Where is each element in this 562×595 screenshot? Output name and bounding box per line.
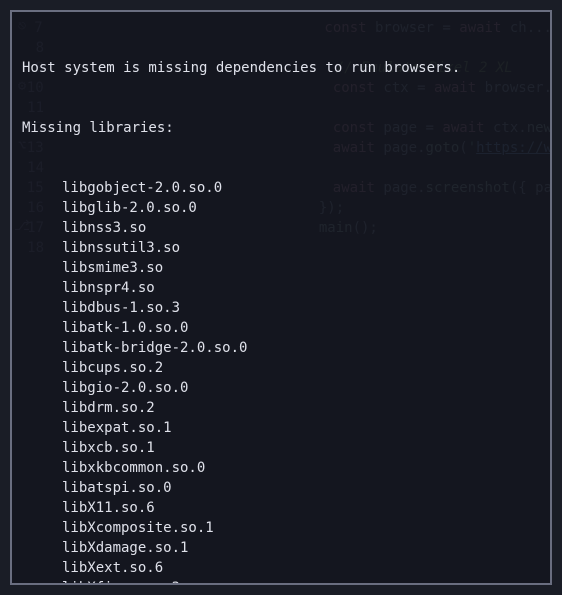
missing-library-item: libXfixes.so.3 bbox=[22, 578, 540, 585]
missing-library-item: libatk-bridge-2.0.so.0 bbox=[22, 338, 540, 358]
missing-library-item: libXcomposite.so.1 bbox=[22, 518, 540, 538]
missing-library-item: libsmime3.so bbox=[22, 258, 540, 278]
missing-library-item: libatspi.so.0 bbox=[22, 478, 540, 498]
missing-library-item: libX11.so.6 bbox=[22, 498, 540, 518]
terminal-header-line-1: Host system is missing dependencies to r… bbox=[22, 58, 540, 78]
missing-library-item: libexpat.so.1 bbox=[22, 418, 540, 438]
missing-library-item: libnspr4.so bbox=[22, 278, 540, 298]
terminal-error-overlay: Host system is missing dependencies to r… bbox=[10, 10, 552, 585]
missing-library-item: libXdamage.so.1 bbox=[22, 538, 540, 558]
missing-library-item: libnss3.so bbox=[22, 218, 540, 238]
missing-library-item: libXext.so.6 bbox=[22, 558, 540, 578]
missing-library-item: libxcb.so.1 bbox=[22, 438, 540, 458]
missing-library-item: libcups.so.2 bbox=[22, 358, 540, 378]
missing-library-item: libdbus-1.so.3 bbox=[22, 298, 540, 318]
missing-library-item: libxkbcommon.so.0 bbox=[22, 458, 540, 478]
missing-library-item: libatk-1.0.so.0 bbox=[22, 318, 540, 338]
missing-library-item: libgobject-2.0.so.0 bbox=[22, 178, 540, 198]
missing-library-item: libgio-2.0.so.0 bbox=[22, 378, 540, 398]
missing-libraries-list: libgobject-2.0.so.0libglib-2.0.so.0libns… bbox=[22, 178, 540, 585]
terminal-header-line-2: Missing libraries: bbox=[22, 118, 540, 138]
missing-library-item: libnssutil3.so bbox=[22, 238, 540, 258]
missing-library-item: libdrm.so.2 bbox=[22, 398, 540, 418]
missing-library-item: libglib-2.0.so.0 bbox=[22, 198, 540, 218]
